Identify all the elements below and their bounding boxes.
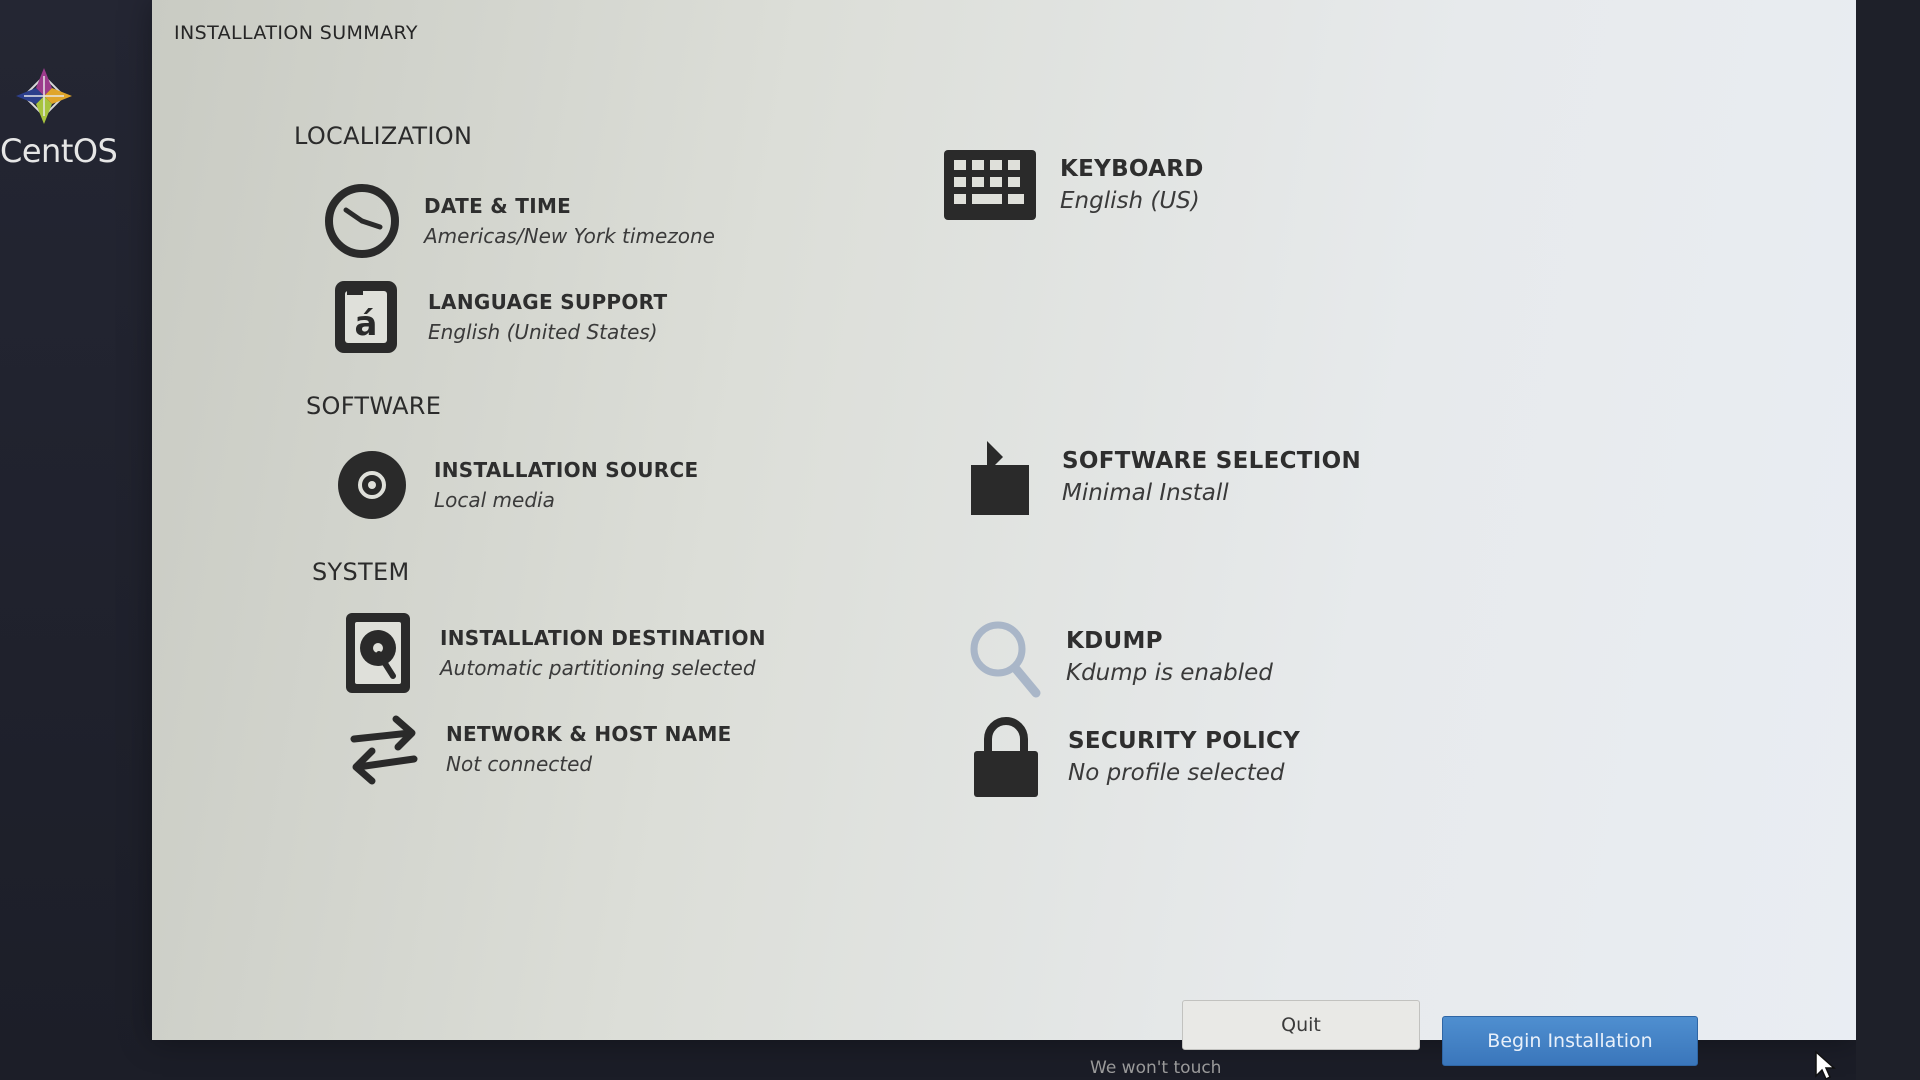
- spoke-installation-source[interactable]: INSTALLATION SOURCE Local media: [332, 440, 698, 530]
- spoke-installation-source-status: Local media: [434, 488, 555, 512]
- spoke-keyboard[interactable]: KEYBOARD English (US): [942, 140, 1204, 230]
- spoke-network-status: Not connected: [446, 752, 593, 776]
- svg-text:á: á: [355, 304, 378, 344]
- screen-bezel-right: [1856, 0, 1920, 1080]
- spoke-security-policy-label: SECURITY POLICY: [1068, 728, 1301, 754]
- language-icon: á: [326, 272, 406, 362]
- spoke-security-policy[interactable]: SECURITY POLICY No profile selected: [966, 712, 1300, 802]
- mouse-cursor-icon: [1815, 1050, 1836, 1080]
- spoke-installation-source-label: INSTALLATION SOURCE: [434, 458, 699, 482]
- magnifier-icon: [964, 612, 1044, 702]
- disc-icon: [332, 440, 412, 530]
- page-title: INSTALLATION SUMMARY: [174, 22, 418, 44]
- spoke-language-label: LANGUAGE SUPPORT: [428, 290, 668, 314]
- centos-logo-text: CentOS: [0, 132, 118, 170]
- spoke-date-time[interactable]: DATE & TIME Americas/New York timezone: [322, 176, 715, 266]
- spoke-keyboard-label: KEYBOARD: [1060, 156, 1204, 182]
- spoke-keyboard-status: English (US): [1060, 188, 1200, 214]
- spoke-kdump-label: KDUMP: [1066, 628, 1163, 654]
- spoke-installation-destination-status: Automatic partitioning selected: [440, 656, 756, 680]
- spoke-kdump[interactable]: KDUMP Kdump is enabled: [964, 612, 1273, 702]
- spoke-date-time-label: DATE & TIME: [424, 194, 572, 218]
- spoke-language-status: English (United States): [428, 320, 658, 344]
- section-system: SYSTEM: [312, 558, 410, 586]
- spoke-network-label: NETWORK & HOST NAME: [446, 722, 732, 746]
- installation-summary-panel: INSTALLATION SUMMARY LOCALIZATION SOFTWA…: [152, 0, 1856, 1040]
- clock-icon: [322, 176, 402, 266]
- spoke-installation-destination-label: INSTALLATION DESTINATION: [440, 626, 766, 650]
- begin-installation-button[interactable]: Begin Installation: [1442, 1016, 1698, 1066]
- sidebar: CentOS: [0, 0, 160, 1080]
- spoke-software-selection-status: Minimal Install: [1062, 480, 1229, 506]
- spoke-software-selection-label: SOFTWARE SELECTION: [1062, 448, 1362, 474]
- centos-logo-icon: [16, 68, 72, 124]
- quit-button[interactable]: Quit: [1182, 1000, 1420, 1050]
- section-software: SOFTWARE: [306, 392, 442, 420]
- network-arrows-icon: [344, 704, 424, 794]
- keyboard-icon: [942, 140, 1038, 230]
- package-icon: [960, 432, 1040, 522]
- spoke-date-time-status: Americas/New York timezone: [424, 224, 715, 248]
- spoke-installation-destination[interactable]: INSTALLATION DESTINATION Automatic parti…: [338, 608, 766, 698]
- lock-icon: [966, 712, 1046, 802]
- spoke-kdump-status: Kdump is enabled: [1066, 660, 1273, 686]
- spoke-security-policy-status: No profile selected: [1068, 760, 1285, 786]
- spoke-language-support[interactable]: á LANGUAGE SUPPORT English (United State…: [326, 272, 667, 362]
- hard-drive-icon: [338, 608, 418, 698]
- spoke-network-host-name[interactable]: NETWORK & HOST NAME Not connected: [344, 704, 732, 794]
- spoke-software-selection[interactable]: SOFTWARE SELECTION Minimal Install: [960, 432, 1361, 522]
- section-localization: LOCALIZATION: [294, 122, 473, 150]
- hint-text: We won't touch: [1090, 1058, 1222, 1078]
